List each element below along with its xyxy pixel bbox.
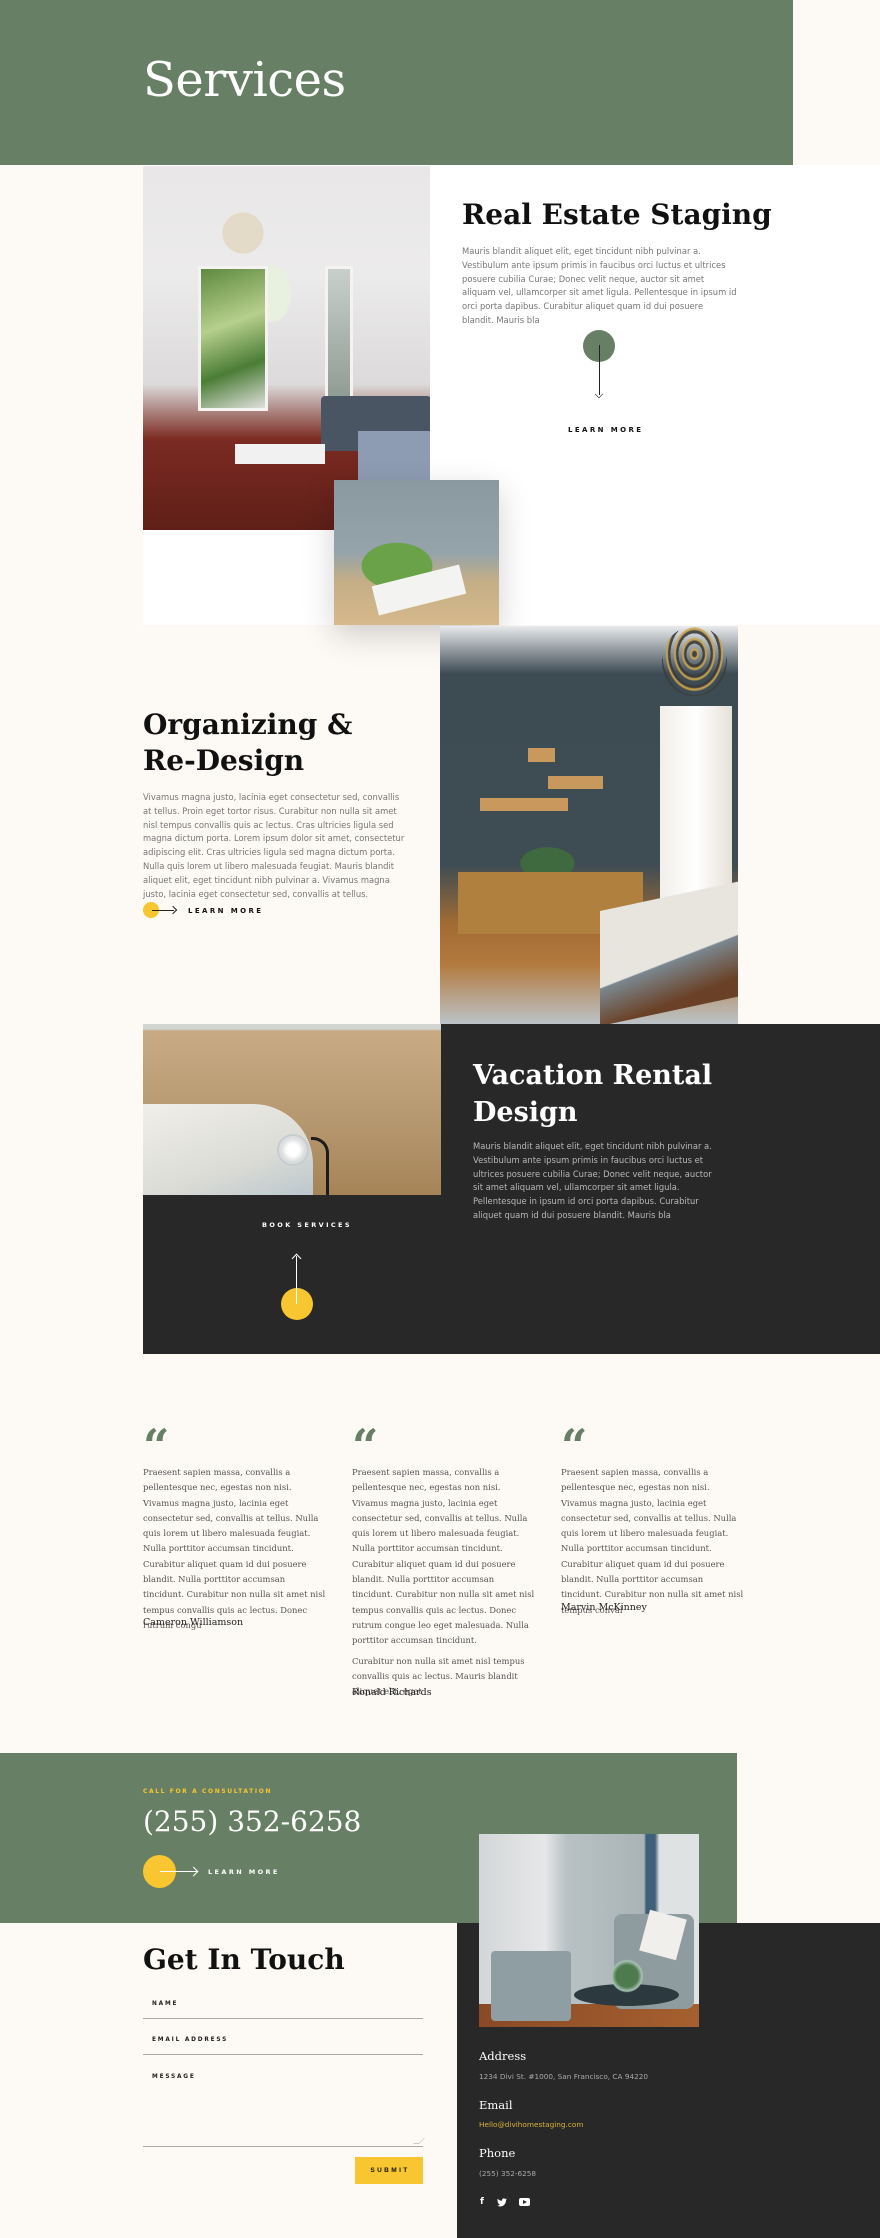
service-title-organizing: Organizing & Re-Design: [143, 708, 353, 777]
name-field[interactable]: NAME: [143, 1995, 423, 2019]
quote-icon: “: [352, 1426, 378, 1452]
consultation-phone[interactable]: (255) 352-6258: [143, 1805, 361, 1838]
window: [198, 266, 268, 411]
service-title-vacation: Vacation Rental Design: [473, 1060, 713, 1128]
hero-banner: [0, 0, 793, 165]
ottoman: [491, 1951, 571, 2021]
testimonial-paragraph: Praesent sapien massa, convallis a pelle…: [561, 1467, 744, 1615]
plant-photo: [334, 480, 499, 625]
phone-value: (255) 352-6258: [479, 2169, 537, 2178]
quote-icon: “: [561, 1426, 587, 1452]
submit-label: SUBMIT: [370, 2167, 410, 2174]
youtube-glyph: [518, 2198, 530, 2206]
window: [325, 266, 353, 406]
headboard-photo: [143, 1024, 441, 1195]
twitter-icon[interactable]: [496, 2196, 508, 2208]
arrow-right-head: [168, 905, 178, 915]
learn-more-button[interactable]: LEARN MORE: [208, 1868, 280, 1876]
wall-shelf: [548, 776, 603, 789]
testimonial-author: Marvin McKinney: [561, 1602, 647, 1613]
living-room-photo: [143, 166, 430, 530]
message-placeholder: MESSAGE: [152, 2074, 196, 2080]
youtube-icon[interactable]: [518, 2196, 530, 2208]
phone-heading: Phone: [479, 2146, 516, 2160]
arrow-up-icon[interactable]: [281, 1288, 313, 1320]
address-heading: Address: [479, 2049, 527, 2063]
arrow-up-line: [296, 1288, 297, 1304]
bedroom-photo: [440, 626, 738, 1024]
message-field[interactable]: MESSAGE: [143, 2068, 425, 2147]
armchair-photo: [479, 1834, 699, 2027]
testimonial-text: Praesent sapien massa, convallis a pelle…: [143, 1465, 328, 1633]
submit-button[interactable]: SUBMIT: [355, 2157, 423, 2184]
facebook-glyph: f: [480, 2197, 484, 2207]
wall-shelf: [480, 798, 568, 811]
address-value: 1234 Divi St. #1000, San Francisco, CA 9…: [479, 2072, 649, 2081]
email-field[interactable]: EMAIL ADDRESS: [143, 2031, 423, 2055]
service-title-real-estate: Real Estate Staging: [462, 198, 772, 231]
lamp-bulb: [277, 1134, 309, 1166]
service-body-real-estate: Mauris blandit aliquet elit, eget tincid…: [462, 246, 737, 325]
page-title: Services: [143, 52, 346, 108]
email-heading: Email: [479, 2098, 513, 2112]
resize-handle[interactable]: [413, 2138, 425, 2144]
twitter-bird: [497, 2197, 507, 2206]
contact-form-title: Get In Touch: [143, 1943, 345, 1976]
lamp-cord: [311, 1137, 329, 1195]
quote-icon: “: [143, 1426, 169, 1452]
consultation-eyebrow: CALL FOR A CONSULTATION: [143, 1788, 273, 1795]
facebook-icon[interactable]: f: [476, 2196, 488, 2208]
chandelier: [662, 626, 727, 696]
plants: [510, 841, 585, 873]
learn-more-button[interactable]: LEARN MORE: [188, 907, 263, 915]
testimonial-text: Praesent sapien massa, convallis a pelle…: [561, 1465, 746, 1618]
testimonial-paragraph: Praesent sapien massa, convallis a pelle…: [143, 1467, 326, 1630]
name-placeholder: NAME: [152, 2001, 179, 2007]
learn-more-button[interactable]: LEARN MORE: [568, 426, 643, 434]
testimonial-author: Ronald Richards: [352, 1687, 432, 1698]
sofa: [358, 431, 430, 486]
email-placeholder: EMAIL ADDRESS: [152, 2037, 229, 2043]
service-body-organizing: Vivamus magna justo, lacinia eget consec…: [143, 792, 405, 899]
email-link[interactable]: Hello@divihomestaging.com: [479, 2120, 583, 2129]
book-services-button[interactable]: BOOK SERVICES: [262, 1221, 352, 1229]
section-background: [0, 165, 143, 625]
terrarium: [607, 1957, 647, 1995]
testimonial-paragraph: Praesent sapien massa, convallis a pelle…: [352, 1467, 535, 1646]
coffee-table: [235, 444, 325, 464]
arrow-down-line: [599, 345, 600, 395]
testimonial-text: Praesent sapien massa, convallis a pelle…: [352, 1465, 537, 1699]
wall-shelf: [528, 748, 555, 762]
chandelier: [203, 191, 283, 261]
testimonial-author: Cameron Williamson: [143, 1617, 244, 1628]
service-body-vacation: Mauris blandit aliquet elit, eget tincid…: [473, 1141, 712, 1220]
